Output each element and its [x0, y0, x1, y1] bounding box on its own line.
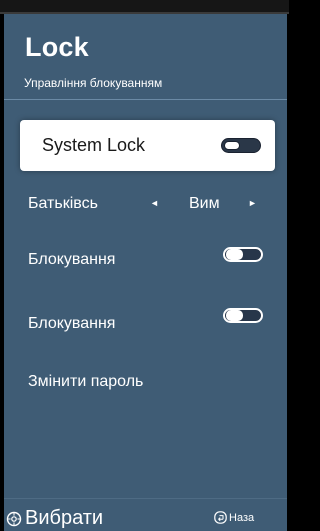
menu-item-system-lock[interactable]: System Lock — [20, 120, 275, 171]
arrow-left-icon[interactable]: ◄ — [150, 178, 159, 229]
back-hint[interactable]: Наза — [214, 511, 254, 524]
page-subtitle: Управління блокуванням — [24, 76, 163, 90]
toggle-knob — [224, 140, 240, 150]
menu-item-blocking-1[interactable]: Блокування — [20, 234, 275, 285]
window-top-bar — [0, 0, 289, 14]
toggle-knob — [226, 248, 243, 260]
system-lock-label: System Lock — [42, 135, 146, 155]
blocking-2-toggle[interactable] — [223, 307, 263, 323]
select-hint[interactable]: Вибрати — [6, 507, 103, 530]
change-password-label: Змінити пароль — [28, 373, 144, 390]
back-return-icon — [214, 511, 227, 524]
toggle-knob — [226, 309, 243, 321]
page-title: Lock — [25, 32, 89, 62]
select-circle-icon — [6, 511, 22, 526]
menu-item-parental[interactable]: Батьківсь ◄ Вим ► — [20, 178, 275, 229]
footer-hint-bar: Вибрати Наза — [4, 498, 287, 531]
menu-item-blocking-2[interactable]: Блокування — [20, 298, 275, 349]
blocking-1-label: Блокування — [28, 251, 116, 268]
parental-label: Батьківсь — [28, 195, 98, 212]
blocking-1-toggle[interactable] — [223, 246, 263, 262]
select-hint-label: Вибрати — [25, 507, 104, 529]
lock-settings-panel: Lock Управління блокуванням System Lock … — [4, 14, 287, 531]
parental-value: Вим — [189, 195, 220, 212]
arrow-right-icon[interactable]: ► — [248, 178, 257, 229]
back-hint-label: Наза — [229, 511, 255, 524]
header-divider — [4, 99, 287, 100]
menu-item-change-password[interactable]: Змінити пароль — [20, 356, 275, 407]
system-lock-toggle[interactable] — [221, 137, 261, 153]
blocking-2-label: Блокування — [28, 315, 116, 332]
